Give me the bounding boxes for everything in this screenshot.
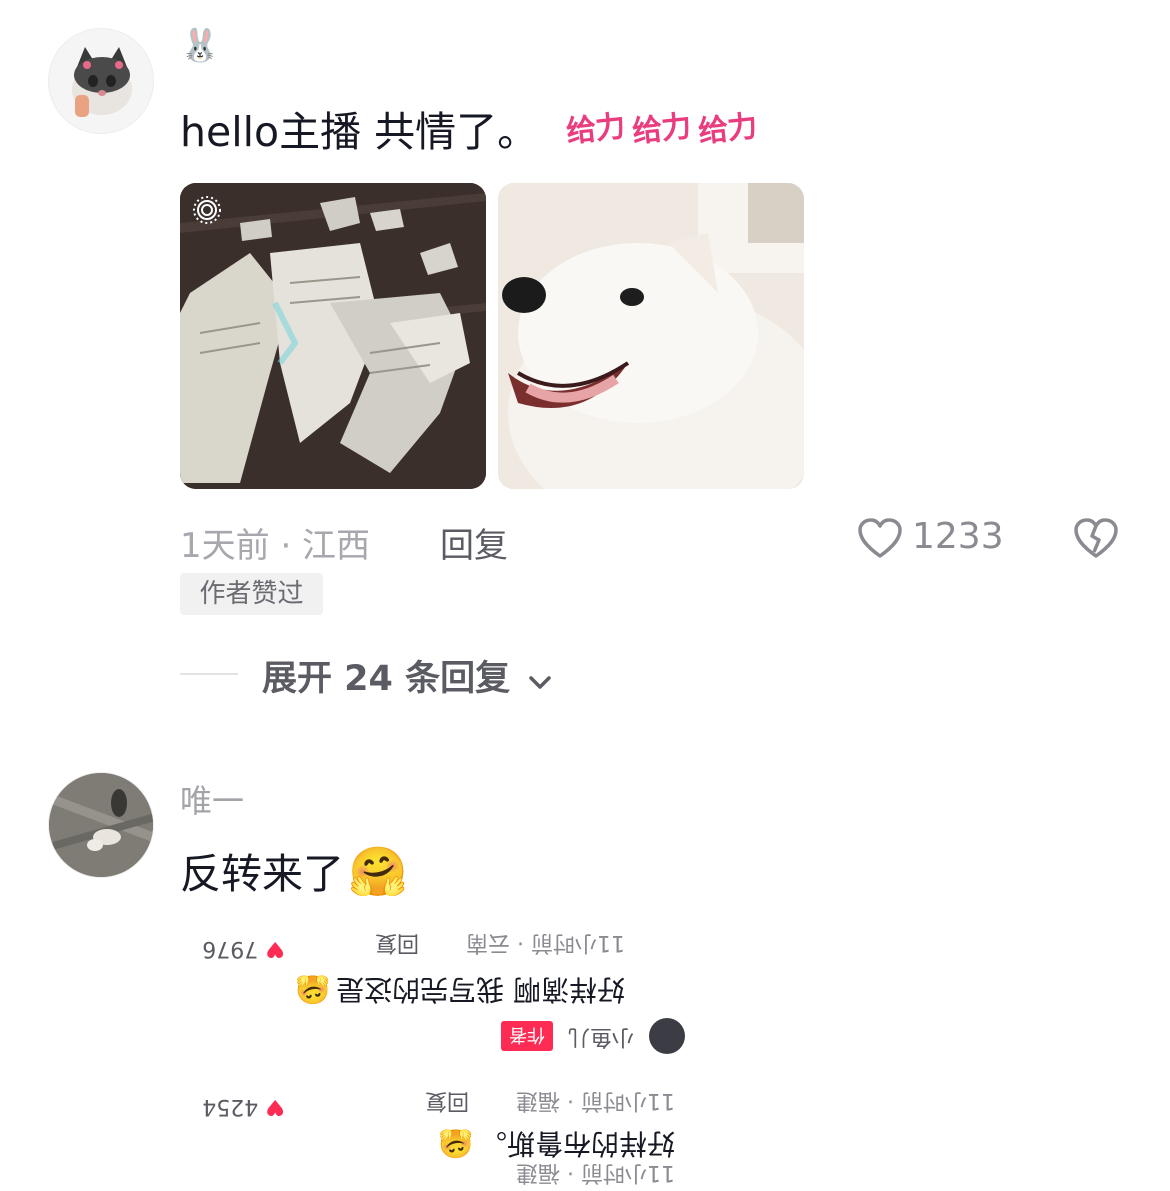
comment-text-label: 反转来了 bbox=[180, 850, 344, 898]
expand-replies-label: 展开 24 条回复 bbox=[262, 659, 511, 699]
reply-like: ♥ 7976 bbox=[202, 936, 285, 961]
username[interactable]: 唯一 bbox=[180, 776, 244, 822]
sticker-geili-2: 给力 bbox=[630, 109, 693, 150]
comment-text: 反转来了🤗 bbox=[180, 840, 408, 900]
like-count: 1233 bbox=[912, 516, 1004, 557]
reply-button[interactable]: 回复 bbox=[425, 1088, 469, 1113]
sticker-geili-3: 给力 bbox=[696, 109, 759, 150]
expand-replies-button[interactable]: 展开 24 条回复 bbox=[262, 650, 552, 701]
like-count: 7976 bbox=[202, 936, 259, 961]
hugging-face-emoji: 🤗 bbox=[348, 844, 408, 900]
chevron-down-icon bbox=[528, 660, 552, 700]
reply-button[interactable]: 回复 bbox=[375, 930, 419, 955]
heart-outline-icon[interactable] bbox=[856, 516, 904, 564]
flipped-replies-image: 11小时前 · 福建 好样的布鲁斯。🤗 11小时前 · 福建 回复 ♥ 4254… bbox=[170, 905, 685, 1191]
comment-image-torn-papers[interactable] bbox=[180, 183, 486, 489]
cat-photo-avatar-image bbox=[49, 773, 153, 877]
reply-like: ♥ 4254 bbox=[202, 1094, 285, 1119]
reply-meta: 11小时前 · 云南 回复 bbox=[375, 930, 625, 955]
like-count: 4254 bbox=[202, 1094, 259, 1119]
reply-meta: 11小时前 · 福建 回复 bbox=[425, 1088, 675, 1113]
avatar[interactable] bbox=[48, 28, 154, 134]
reply-user-row: 小鱼儿 作者 bbox=[500, 1018, 685, 1055]
white-dog-photo bbox=[498, 183, 804, 489]
author-liked-badge: 作者赞过 bbox=[180, 573, 323, 615]
username[interactable]: 🐰 bbox=[180, 26, 220, 64]
comment-time-location: 1天前 · 江西 bbox=[180, 526, 371, 566]
broken-heart-icon[interactable] bbox=[1072, 516, 1120, 564]
reply-username[interactable]: 小鱼儿 bbox=[568, 1024, 634, 1049]
divider bbox=[180, 673, 238, 675]
reply-button[interactable]: 回复 bbox=[440, 518, 508, 567]
torn-papers-photo bbox=[180, 183, 486, 489]
heart-filled-icon[interactable]: ♥ bbox=[265, 936, 285, 961]
live-photo-icon bbox=[192, 195, 222, 229]
author-tag: 作者 bbox=[500, 1021, 553, 1051]
avatar[interactable] bbox=[649, 1018, 685, 1054]
reply-text: 好样的布鲁斯。🤗 bbox=[438, 1127, 675, 1160]
avatar[interactable] bbox=[48, 772, 154, 878]
comment-text: hello主播 共情了。 bbox=[180, 108, 539, 156]
heart-filled-icon[interactable]: ♥ bbox=[265, 1094, 285, 1119]
sticker-geili-1: 给力 bbox=[564, 109, 627, 150]
reply-text: 好样滴啊 我写完的这是🤗 bbox=[295, 973, 625, 1006]
hugging-face-emoji: 🤗 bbox=[438, 1127, 473, 1160]
cat-avatar-image bbox=[49, 29, 153, 133]
hugging-face-emoji: 🤗 bbox=[295, 973, 331, 1006]
comment-image-white-dog[interactable] bbox=[498, 183, 804, 489]
